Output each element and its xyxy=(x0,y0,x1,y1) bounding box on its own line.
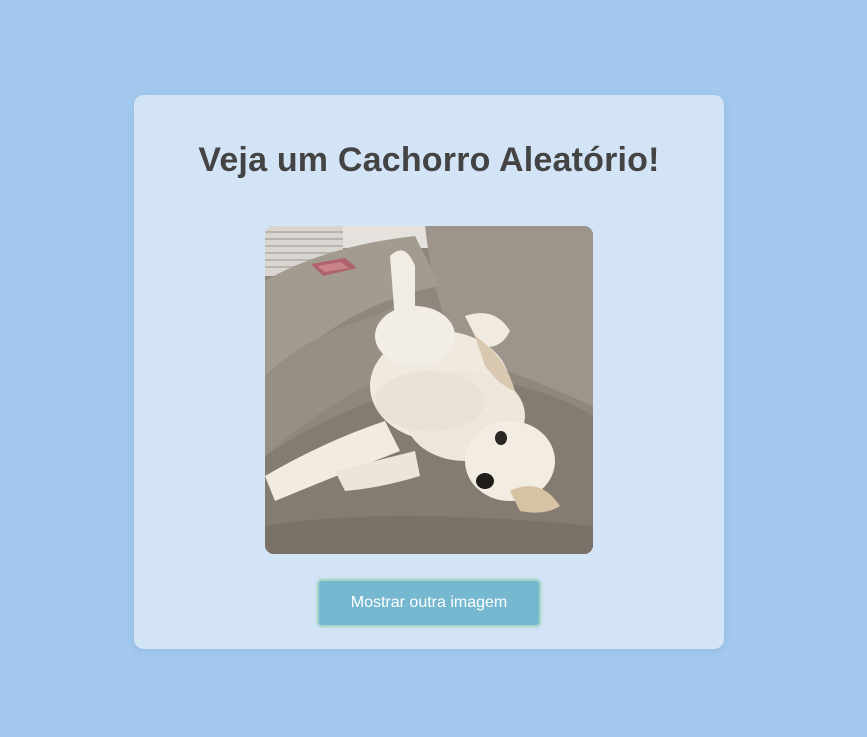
show-another-image-button[interactable]: Mostrar outra imagem xyxy=(317,579,541,627)
dog-card: Veja um Cachorro Aleatório! Mostrar outr… xyxy=(134,95,724,649)
dog-photo xyxy=(265,226,593,554)
page-title: Veja um Cachorro Aleatório! xyxy=(198,141,660,179)
